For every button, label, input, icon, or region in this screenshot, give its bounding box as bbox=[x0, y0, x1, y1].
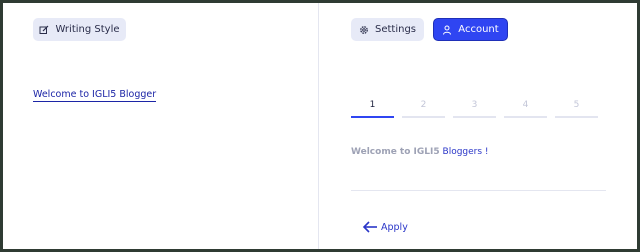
step-bar bbox=[453, 116, 496, 118]
arrow-left-icon bbox=[362, 221, 378, 233]
welcome-link[interactable]: Welcome to IGLI5 Blogger bbox=[33, 89, 157, 102]
step-bar bbox=[402, 116, 445, 118]
welcome-highlight: Bloggers ! bbox=[442, 147, 489, 157]
step-label: 5 bbox=[573, 100, 580, 110]
panel-divider bbox=[318, 3, 319, 249]
step-5[interactable]: 5 bbox=[555, 100, 598, 118]
step-label: 2 bbox=[420, 100, 427, 110]
gear-icon bbox=[359, 25, 369, 35]
step-4[interactable]: 4 bbox=[504, 100, 547, 118]
welcome-prefix: Welcome to IGLI5 bbox=[351, 147, 440, 157]
section-divider bbox=[351, 190, 606, 191]
step-1[interactable]: 1 bbox=[351, 100, 394, 118]
account-label: Account bbox=[458, 24, 499, 35]
settings-label: Settings bbox=[374, 24, 416, 35]
edit-icon bbox=[39, 25, 49, 35]
writing-style-button[interactable]: Writing Style bbox=[33, 18, 126, 41]
step-label: 3 bbox=[471, 100, 478, 110]
settings-button[interactable]: Settings bbox=[351, 18, 424, 41]
step-2[interactable]: 2 bbox=[402, 100, 445, 118]
step-label: 4 bbox=[522, 100, 529, 110]
account-button[interactable]: Account bbox=[433, 18, 508, 41]
step-3[interactable]: 3 bbox=[453, 100, 496, 118]
writing-style-label: Writing Style bbox=[55, 24, 120, 35]
step-bar bbox=[555, 116, 598, 118]
user-icon bbox=[442, 25, 452, 35]
apply-label: Apply bbox=[381, 221, 408, 233]
apply-button[interactable]: Apply bbox=[362, 219, 408, 235]
step-bar bbox=[504, 116, 547, 118]
step-indicator: 1 2 3 4 5 bbox=[351, 100, 601, 120]
step-label: 1 bbox=[369, 100, 376, 110]
step-bar bbox=[351, 116, 394, 118]
welcome-message: Welcome to IGLI5 Bloggers ! bbox=[351, 147, 489, 157]
